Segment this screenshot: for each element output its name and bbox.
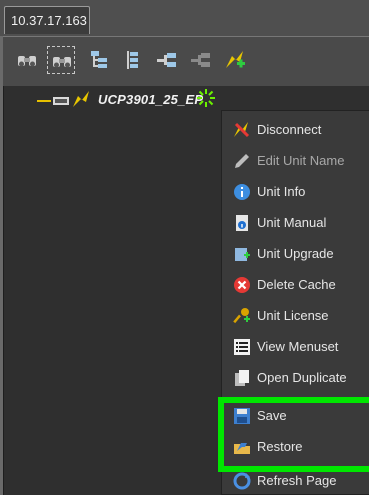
expand-tree-icon[interactable] (86, 46, 114, 74)
add-unit-icon[interactable] (221, 46, 249, 74)
menu-item-view-menuset[interactable]: View Menuset (222, 331, 369, 362)
delete-icon (233, 276, 251, 294)
upgrade-icon (233, 245, 251, 263)
menu-item-label: Unit Info (257, 184, 306, 199)
menu-item-label: Unit Upgrade (257, 246, 334, 261)
menu-item-disconnect[interactable]: Disconnect (222, 114, 369, 145)
menu-item-label: Unit Manual (257, 215, 327, 230)
tree-connector (37, 100, 51, 102)
app-window: 10.37.17.163 UCP3901_25_EP Disconnect Ed… (0, 0, 369, 495)
menu-item-label: Edit Unit Name (257, 153, 345, 168)
manual-icon (233, 214, 251, 232)
highlight-box (218, 397, 369, 472)
menu-item-label: Unit License (257, 308, 329, 323)
list-icon (233, 338, 251, 356)
binoculars-icon[interactable] (13, 46, 41, 74)
menu-item-label: Refresh Page (257, 473, 337, 488)
menu-item-unit-upgrade[interactable]: Unit Upgrade (222, 238, 369, 269)
tab-connection[interactable]: 10.37.17.163 (4, 6, 90, 34)
menu-item-label: View Menuset (257, 339, 339, 354)
key-icon (233, 307, 251, 325)
tab-strip: 10.37.17.163 (0, 0, 369, 36)
binoculars-filter-icon[interactable] (47, 46, 75, 74)
menu-item-unit-license[interactable]: Unit License (222, 300, 369, 331)
connected-unit-icon (71, 90, 93, 113)
pencil-icon (233, 152, 251, 170)
menu-item-unit-info[interactable]: Unit Info (222, 176, 369, 207)
collapse-tree-icon[interactable] (119, 46, 147, 74)
disconnect-icon (233, 121, 251, 139)
menu-item-edit-unit-name[interactable]: Edit Unit Name (222, 145, 369, 176)
duplicate-icon (233, 369, 251, 387)
menu-item-label: Open Duplicate (257, 370, 347, 385)
connect-icon[interactable] (153, 46, 181, 74)
menu-item-delete-cache[interactable]: Delete Cache (222, 269, 369, 300)
tree-node-root[interactable]: UCP3901_25_EP (4, 88, 369, 110)
refresh-icon (233, 472, 251, 490)
menu-item-open-duplicate[interactable]: Open Duplicate (222, 362, 369, 393)
busy-spinner-icon (196, 88, 216, 113)
menu-item-label: Delete Cache (257, 277, 336, 292)
toolbar (3, 36, 369, 87)
menu-item-label: Disconnect (257, 122, 322, 137)
info-icon (233, 183, 251, 201)
menu-item-unit-manual[interactable]: Unit Manual (222, 207, 369, 238)
tree-node-label[interactable]: UCP3901_25_EP (98, 92, 203, 107)
network-gray-icon[interactable] (187, 46, 215, 74)
device-icon (53, 94, 71, 112)
